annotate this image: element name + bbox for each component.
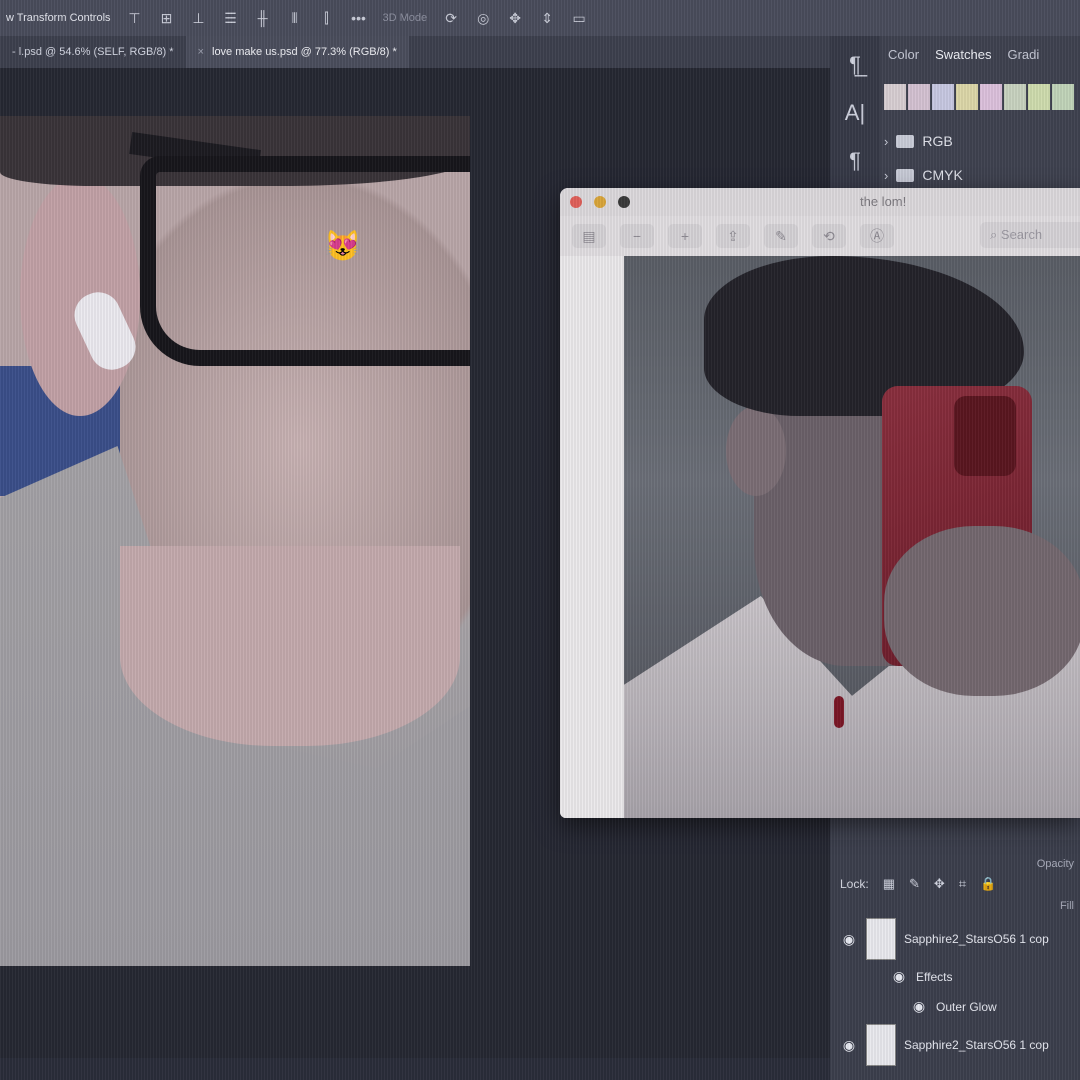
layer-name: Sapphire2_StarsO56 1 cop [904,932,1049,946]
effect-label: Outer Glow [936,999,997,1014]
zoom-out-icon[interactable]: − [620,224,654,248]
layer-thumbnail [866,918,896,960]
markup-pen-icon[interactable]: ✎ [764,224,798,248]
heart-eyes-cat-emoji-icon: 😻 [324,230,362,263]
tab-gradients[interactable]: Gradi [999,47,1047,62]
text-tool-icon[interactable]: A| [845,100,865,126]
swatch[interactable] [980,84,1002,110]
close-window-button[interactable] [570,196,582,208]
ear-region [20,176,140,416]
swatch[interactable] [908,84,930,110]
doc-tab-2[interactable]: × love make us.psd @ 77.3% (RGB/8) * [185,36,409,68]
recent-swatches [884,84,1080,110]
rotate-icon[interactable]: ⟲ [812,224,846,248]
minimize-window-button[interactable] [594,196,606,208]
preview-window-title: the lom! [860,194,907,209]
doc-tab-1-label: - l.psd @ 54.6% (SELF, RGB/8) * [12,46,174,58]
selfie-photo-layer: 😻 [0,116,470,966]
swatch[interactable] [956,84,978,110]
lock-move-icon[interactable]: ✥ [934,876,945,892]
preview-window[interactable]: the lom! ▤ − + ⇪ ✎ ⟲ Ⓐ ⌕ Search [560,188,1080,818]
chevron-right-icon[interactable]: › [884,168,888,183]
lock-artboard-icon[interactable]: ⌗ [959,876,966,892]
lock-all-icon[interactable]: 🔒 [980,876,996,892]
chevron-right-icon[interactable]: › [884,134,888,149]
tab-color[interactable]: Color [880,47,927,62]
folder-icon [896,134,915,148]
character-style-icon[interactable]: ¶̲ [849,52,861,78]
zoom-in-icon[interactable]: + [668,224,702,248]
align-hcenter-icon[interactable]: ╫ [255,10,271,26]
transform-controls-label[interactable]: w Transform Controls [6,12,111,24]
eye-icon[interactable]: ◉ [840,931,858,948]
color-panel-tabs: Color Swatches Gradi [880,36,1080,72]
align-top-icon[interactable]: ⊤ [127,10,143,27]
layer-thumbnail [866,1024,896,1066]
preview-titlebar[interactable]: the lom! [560,188,1080,216]
search-placeholder: Search [1000,227,1043,242]
align-right-icon[interactable]: ⫴ [287,10,303,27]
mirror-selfie-photo [624,256,1080,818]
swatch-group-cmyk[interactable]: › CMYK [880,158,1080,192]
align-bottom-icon[interactable]: ⊥ [191,10,207,27]
effect-row[interactable]: ◉ Outer Glow [910,998,997,1015]
layer-row[interactable]: ◉ Sapphire2_StarsO56 1 cop [840,1024,1049,1066]
lock-paint-icon[interactable]: ✎ [909,876,920,892]
pendant-region [834,696,844,728]
effects-row[interactable]: ◉ Effects [890,968,953,985]
lock-row: Lock: ▦ ✎ ✥ ⌗ 🔒 [840,876,996,892]
pan-3d-icon[interactable]: ✥ [507,10,523,27]
folder-icon [896,168,915,182]
swatch[interactable] [1004,84,1026,110]
options-bar: w Transform Controls ⊤ ⊞ ⊥ ☰ ╫ ⫴ ⫿ ••• 3… [0,0,1080,36]
layers-panel: Opacity Lock: ▦ ✎ ✥ ⌗ 🔒 Fill ◉ Sapphire2… [830,840,1080,1080]
align-vcenter-icon[interactable]: ⊞ [159,10,175,27]
eye-icon[interactable]: ◉ [890,968,908,985]
doc-tab-1[interactable]: - l.psd @ 54.6% (SELF, RGB/8) * [0,36,186,68]
lock-label: Lock: [840,877,869,891]
swatch[interactable] [1052,84,1074,110]
fill-label: Fill [1059,900,1074,912]
roll-3d-icon[interactable]: ◎ [475,10,491,27]
paragraph-icon[interactable]: ¶ [849,148,861,174]
slide-3d-icon[interactable]: ⇕ [539,10,555,27]
swatch[interactable] [1028,84,1050,110]
swatch[interactable] [932,84,954,110]
swatch-group-rgb[interactable]: › RGB [880,124,1080,158]
swatch-group-label: RGB [922,133,953,149]
doc-tab-2-label: love make us.psd @ 77.3% (RGB/8) * [212,46,397,58]
layer-row[interactable]: ◉ Sapphire2_StarsO56 1 cop [840,918,1049,960]
neck-region [120,546,460,746]
markup-icon[interactable]: Ⓐ [860,224,894,248]
search-field[interactable]: ⌕ Search [980,222,1080,248]
sidebar-toggle-icon[interactable]: ▤ [572,224,606,248]
swatch[interactable] [884,84,906,110]
document-tabs: - l.psd @ 54.6% (SELF, RGB/8) * × love ma… [0,36,830,68]
close-icon[interactable]: × [198,46,204,58]
swatch-groups: › RGB › CMYK [880,124,1080,192]
lock-transparent-icon[interactable]: ▦ [883,876,895,892]
tab-swatches[interactable]: Swatches [927,47,999,62]
share-icon[interactable]: ⇪ [716,224,750,248]
hand-region [884,526,1080,696]
eye-icon[interactable]: ◉ [840,1037,858,1054]
orbit-3d-icon[interactable]: ⟳ [443,10,459,27]
video-camera-icon[interactable]: ▭ [571,10,587,27]
zoom-window-button[interactable] [618,196,630,208]
phone-camera-region [954,396,1016,476]
swatch-group-label: CMYK [922,167,963,183]
effects-label: Effects [916,969,953,984]
layer-name: Sapphire2_StarsO56 1 cop [904,1038,1049,1052]
eye-icon[interactable]: ◉ [910,998,928,1015]
more-icon[interactable]: ••• [351,10,367,26]
align-left-icon[interactable]: ☰ [223,10,239,27]
3d-mode-label: 3D Mode [382,12,428,24]
distribute-icon[interactable]: ⫿ [319,10,335,27]
ear-region [726,406,786,496]
preview-sidebar [560,256,624,818]
opacity-label: Opacity [1036,858,1074,870]
glasses-frame [140,156,470,366]
